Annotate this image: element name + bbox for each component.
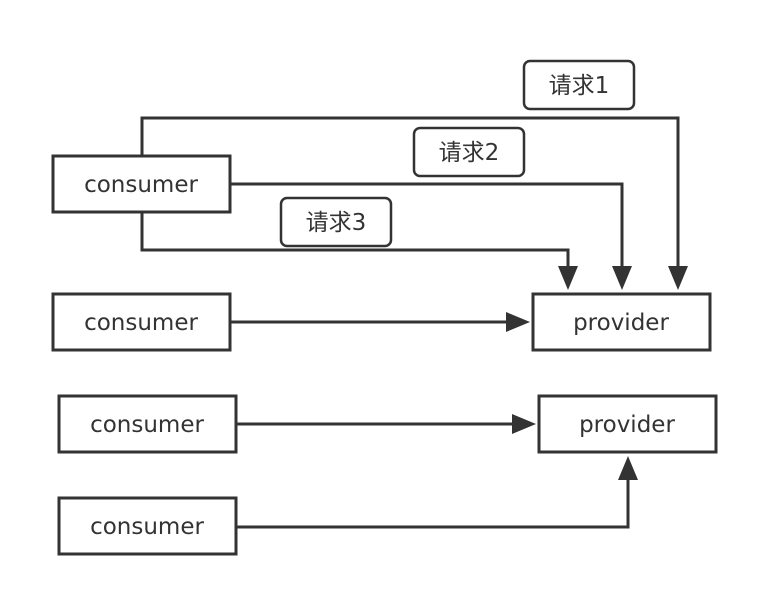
request-2-text: 请求2 [439, 140, 500, 166]
consumer-node-3-label: consumer [90, 412, 204, 438]
request-2-label: 请求2 [412, 126, 526, 178]
request-1-text: 请求1 [549, 73, 610, 99]
edge-consumer4-provider2 [236, 478, 630, 529]
arrowhead-request-1 [668, 266, 688, 290]
arrowhead-consumer4-provider2 [618, 456, 638, 480]
request-3-text: 请求3 [306, 210, 367, 236]
provider-node-1-label: provider [573, 310, 669, 336]
consumer-node-1: consumer [51, 154, 232, 214]
diagram-canvas: 请求1 请求2 请求3 consumer consumer consumer c… [51, 59, 718, 556]
consumer-node-1-label: consumer [84, 172, 198, 198]
provider-node-2-label: provider [579, 412, 675, 438]
consumer-node-2: consumer [51, 292, 232, 352]
arrowhead-request-2 [612, 266, 632, 290]
provider-node-1: provider [531, 292, 712, 352]
consumer-node-4: consumer [57, 496, 238, 556]
provider-node-2: provider [537, 394, 718, 454]
arrowhead-consumer2-provider1 [506, 312, 530, 332]
arrowhead-consumer3-provider2 [512, 414, 536, 434]
consumer-node-3: consumer [57, 394, 238, 454]
request-1-label: 请求1 [522, 59, 636, 111]
request-3-label: 请求3 [279, 196, 393, 248]
consumer-node-4-label: consumer [90, 514, 204, 540]
consumer-node-2-label: consumer [84, 310, 198, 336]
arrowhead-request-3 [558, 266, 578, 290]
